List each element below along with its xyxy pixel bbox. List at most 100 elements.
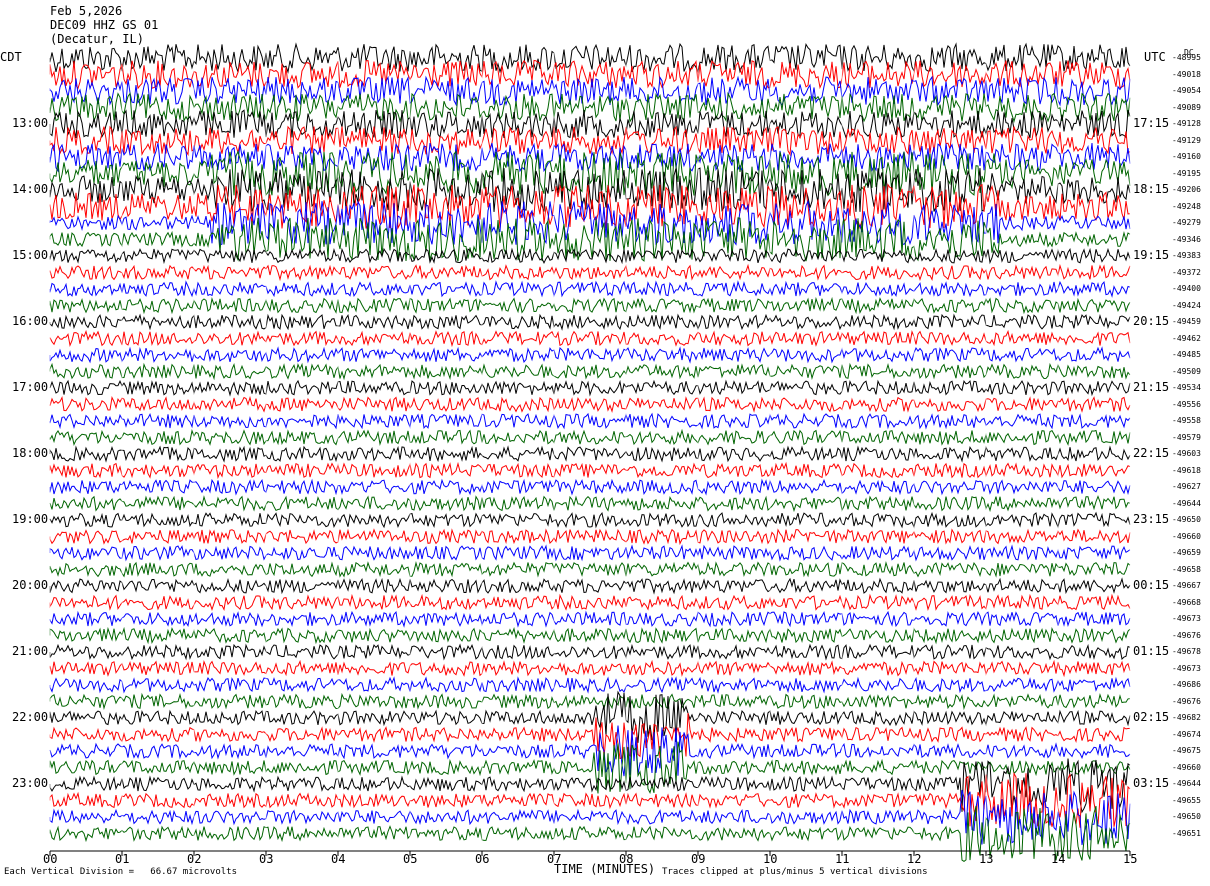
dc-offset-label: -49556 bbox=[1172, 399, 1201, 409]
left-timezone-label: CDT bbox=[0, 50, 22, 64]
dc-offset-label: -49644 bbox=[1172, 498, 1201, 508]
dc-offset-label: -49651 bbox=[1172, 828, 1201, 838]
trace-line bbox=[49, 379, 1131, 397]
left-hour-label: 20:00 bbox=[12, 578, 49, 592]
trace-line bbox=[49, 511, 1131, 529]
x-axis-ticks bbox=[49, 851, 1131, 856]
trace-line bbox=[49, 395, 1131, 414]
trace-line bbox=[49, 280, 1131, 298]
chart-header: Feb 5,2026 DEC09 HHZ GS 01 (Decatur, IL) bbox=[50, 4, 158, 46]
trace-line bbox=[49, 296, 1131, 315]
left-hour-label: 22:00 bbox=[12, 710, 49, 724]
dc-offset-label: -49089 bbox=[1172, 102, 1201, 112]
trace-line bbox=[49, 42, 1131, 74]
dc-offset-label: -49674 bbox=[1172, 729, 1201, 739]
dc-offset-label: -49160 bbox=[1172, 152, 1201, 161]
dc-offset-label: -49673 bbox=[1172, 614, 1201, 623]
x-tick-label: 04 bbox=[331, 852, 346, 866]
dc-offset-label: -49485 bbox=[1172, 350, 1201, 359]
trace-line bbox=[49, 445, 1131, 463]
trace-line bbox=[49, 626, 1131, 645]
trace-line bbox=[49, 577, 1131, 595]
dc-offset-label: -49018 bbox=[1172, 69, 1201, 79]
dc-offset-label: -49558 bbox=[1172, 416, 1201, 425]
trace-line bbox=[49, 690, 1131, 744]
scale-note: Each Vertical Division = 66.67 microvolt… bbox=[4, 867, 237, 877]
left-hour-label: 23:00 bbox=[12, 776, 49, 790]
x-tick-label: 09 bbox=[691, 852, 706, 866]
dc-offset-label: -49658 bbox=[1172, 564, 1201, 574]
trace-line bbox=[49, 528, 1131, 546]
seismogram-plot bbox=[49, 42, 1131, 863]
dc-offset-label: -49660 bbox=[1172, 531, 1201, 541]
x-tick-label: 05 bbox=[403, 852, 418, 866]
trace-line bbox=[49, 676, 1131, 694]
dc-offset-label: -49128 bbox=[1172, 119, 1201, 128]
dc-offset-label: -49509 bbox=[1172, 366, 1201, 376]
dc-offset-label: -49129 bbox=[1172, 135, 1201, 145]
right-hour-label: 17:15 bbox=[1133, 116, 1170, 130]
trace-line bbox=[49, 428, 1131, 447]
trace-line bbox=[49, 75, 1131, 107]
x-tick-label: 13 bbox=[979, 852, 994, 866]
x-tick-label: 00 bbox=[43, 852, 58, 866]
right-hour-label: 21:15 bbox=[1133, 380, 1170, 394]
dc-offset-label: -49686 bbox=[1172, 680, 1201, 689]
right-hour-label: 23:15 bbox=[1133, 512, 1170, 526]
dc-offset-label: -49534 bbox=[1172, 383, 1201, 392]
right-hour-label: 19:15 bbox=[1133, 248, 1170, 262]
dc-offset-label: -49644 bbox=[1172, 779, 1201, 788]
trace-line bbox=[49, 478, 1131, 496]
left-hour-label: 19:00 bbox=[12, 512, 49, 526]
dc-offset-label: -49462 bbox=[1172, 333, 1201, 343]
trace-line bbox=[49, 560, 1131, 578]
seismic-traces bbox=[49, 42, 1131, 863]
x-tick-label: 10 bbox=[763, 852, 778, 866]
dc-offset-label: -49603 bbox=[1172, 449, 1201, 458]
dc-offset-label: -49627 bbox=[1172, 482, 1201, 491]
trace-line bbox=[49, 659, 1131, 678]
trace-line bbox=[49, 346, 1131, 364]
trace-line bbox=[49, 461, 1131, 480]
x-tick-label: 06 bbox=[475, 852, 490, 866]
dc-offset-label: -49424 bbox=[1172, 300, 1201, 310]
dc-offset-label: -49676 bbox=[1172, 696, 1201, 706]
clip-note: Traces clipped at plus/minus 5 vertical … bbox=[662, 867, 928, 877]
dc-offset-label: -49660 bbox=[1172, 762, 1201, 772]
right-hour-label: 03:15 bbox=[1133, 776, 1170, 790]
right-timezone-label: UTC bbox=[1144, 50, 1166, 64]
dc-offset-label: -49459 bbox=[1172, 317, 1201, 326]
dc-offset-label: -49248 bbox=[1172, 201, 1201, 211]
x-tick-label: 01 bbox=[115, 852, 130, 866]
dc-offset-label: -49676 bbox=[1172, 630, 1201, 640]
right-hour-label: 00:15 bbox=[1133, 578, 1170, 592]
left-hour-label: 13:00 bbox=[12, 116, 49, 130]
chart-date: Feb 5,2026 bbox=[50, 4, 123, 18]
left-hour-label: 17:00 bbox=[12, 380, 49, 394]
trace-line bbox=[49, 313, 1131, 331]
trace-line bbox=[49, 199, 1131, 246]
dc-offset-label: -49650 bbox=[1172, 515, 1201, 524]
dc-offset-label: -49618 bbox=[1172, 465, 1201, 475]
station-location: (Decatur, IL) bbox=[50, 32, 144, 46]
dc-offset-label: -49279 bbox=[1172, 218, 1201, 227]
trace-line bbox=[49, 692, 1131, 711]
dc-offset-label: -49667 bbox=[1172, 581, 1201, 590]
dc-offset-label: -49673 bbox=[1172, 663, 1201, 673]
station-name: DEC09 HHZ GS 01 bbox=[50, 18, 159, 32]
trace-line bbox=[49, 643, 1131, 661]
left-hour-label: 16:00 bbox=[12, 314, 49, 328]
trace-line bbox=[49, 412, 1131, 430]
dc-offset-label: -48995 bbox=[1172, 53, 1201, 62]
right-hour-label: 02:15 bbox=[1133, 710, 1170, 724]
x-tick-label: 02 bbox=[187, 852, 202, 866]
trace-line bbox=[49, 805, 1131, 863]
dc-offset-label: -49675 bbox=[1172, 746, 1201, 755]
x-tick-label: 15 bbox=[1123, 852, 1138, 866]
dc-offset-label: -49678 bbox=[1172, 647, 1201, 656]
x-tick-label: 12 bbox=[907, 852, 922, 866]
dc-offset-label: -49372 bbox=[1172, 267, 1201, 277]
trace-line bbox=[49, 610, 1131, 628]
right-hour-label: 01:15 bbox=[1133, 644, 1170, 658]
left-hour-label: 21:00 bbox=[12, 644, 49, 658]
